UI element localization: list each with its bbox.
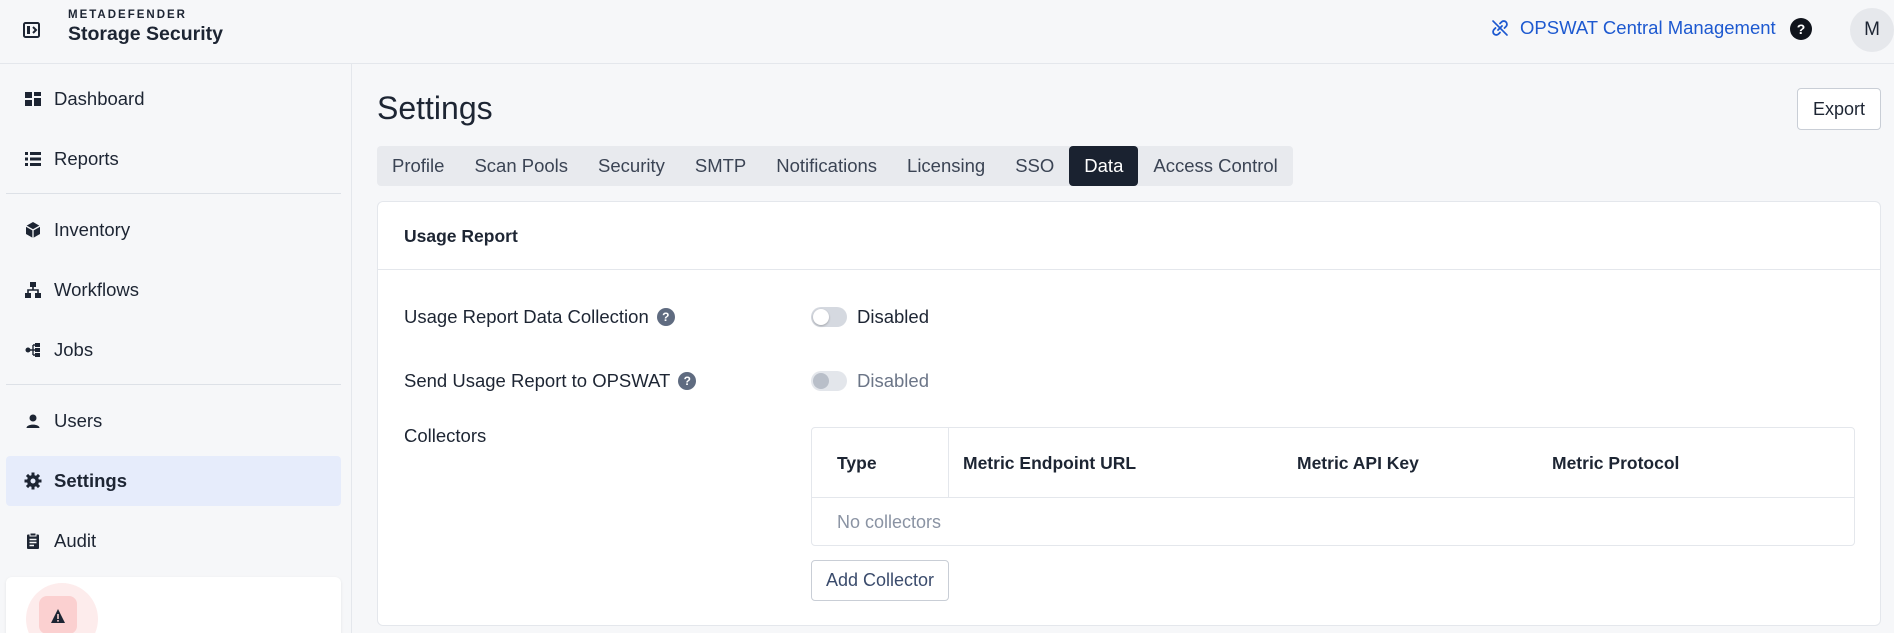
help-icon[interactable]: ? [1790,18,1812,40]
column-header-protocol: Metric Protocol [1552,453,1680,473]
sidebar-item-jobs[interactable]: Jobs [6,325,341,375]
sidebar-item-label: Audit [54,530,97,551]
sidebar-item-users[interactable]: Users [6,396,341,446]
add-collector-button[interactable]: Add Collector [811,560,949,601]
sidebar-item-reports[interactable]: Reports [6,134,341,184]
sidebar-item-settings[interactable]: Settings [6,456,341,506]
toggle-knob [813,309,829,325]
brand-top-text: METADEFENDER [68,9,187,21]
tab-smtp[interactable]: SMTP [680,146,761,186]
sidebar-item-label: Inventory [54,219,131,240]
tab-licensing[interactable]: Licensing [892,146,1000,186]
sidebar-item-label: Users [54,410,103,431]
list-icon [25,152,41,166]
tab-profile[interactable]: Profile [377,146,459,186]
sidebar-collapse-icon[interactable] [20,18,44,42]
toggle-status: Disabled [857,306,929,327]
sidebar-item-audit[interactable]: Audit [6,516,341,566]
card-title: Usage Report [404,226,518,246]
setting-label: Usage Report Data Collection [404,306,649,327]
tab-security[interactable]: Security [583,146,680,186]
collectors-label: Collectors [404,425,486,447]
table-header-row: Type Metric Endpoint URL Metric API Key … [812,428,1854,498]
jobs-icon [25,343,40,357]
toggle-knob [813,373,829,389]
column-header-type: Type [837,453,877,473]
column-header-api-key: Metric API Key [1297,453,1419,473]
settings-tabs: Profile Scan Pools Security SMTP Notific… [377,146,1293,186]
usage-report-card: Usage Report Usage Report Data Collectio… [377,201,1881,626]
sidebar-divider [6,193,341,194]
column-divider [948,428,949,498]
user-avatar[interactable]: M [1850,8,1894,52]
central-management-link[interactable]: OPSWAT Central Management [1490,17,1776,39]
alert-card[interactable] [6,577,341,633]
setting-label: Send Usage Report to OPSWAT [404,370,671,391]
usage-data-collection-toggle[interactable] [811,307,847,327]
dashboard-icon [25,92,41,106]
help-tooltip-icon[interactable]: ? [656,308,675,326]
sidebar-item-dashboard[interactable]: Dashboard [6,74,341,124]
tab-notifications[interactable]: Notifications [761,146,892,186]
sidebar-item-inventory[interactable]: Inventory [6,205,341,255]
tab-sso[interactable]: SSO [1000,146,1069,186]
table-empty-message: No collectors [837,512,942,532]
sidebar-item-label: Dashboard [54,88,145,109]
brand-main-text: Storage Security [68,23,223,45]
clipboard-icon [27,532,39,549]
tab-data[interactable]: Data [1069,146,1139,186]
toggle-status: Disabled [857,370,929,391]
gear-icon [24,472,42,490]
send-usage-report-toggle [811,371,847,391]
unlink-icon [1492,20,1508,36]
help-tooltip-icon[interactable]: ? [678,372,697,390]
warning-icon [51,609,65,623]
tab-scan-pools[interactable]: Scan Pools [459,146,583,186]
top-header: METADEFENDER Storage Security OPSWAT Cen… [0,0,1894,64]
collectors-table: Type Metric Endpoint URL Metric API Key … [811,427,1855,546]
sidebar-item-label: Workflows [54,279,139,300]
central-management-label: OPSWAT Central Management [1520,17,1776,38]
page-title: Settings [377,90,493,126]
sidebar-item-label: Settings [54,470,127,491]
sidebar-item-label: Reports [54,148,119,169]
export-button[interactable]: Export [1797,88,1881,130]
brand-logo[interactable]: METADEFENDER Storage Security [68,9,223,46]
user-icon [26,414,40,428]
tab-access-control[interactable]: Access Control [1138,146,1292,186]
sidebar-divider [6,384,341,385]
usage-data-collection-setting: Disabled [811,306,929,328]
sidebar-item-label: Jobs [54,339,94,360]
sidebar: Dashboard Reports Inventory Workflows Jo [0,64,352,633]
column-header-endpoint: Metric Endpoint URL [963,453,1137,473]
send-usage-report-label: Send Usage Report to OPSWAT ? [404,370,697,392]
alert-badge [39,596,77,633]
card-header: Usage Report [378,202,1880,270]
send-usage-report-setting: Disabled [811,370,929,392]
workflow-icon [25,282,41,298]
sidebar-item-workflows[interactable]: Workflows [6,265,341,315]
cube-icon [25,222,41,238]
collectors-label-text: Collectors [404,425,487,446]
usage-data-collection-label: Usage Report Data Collection ? [404,306,675,328]
